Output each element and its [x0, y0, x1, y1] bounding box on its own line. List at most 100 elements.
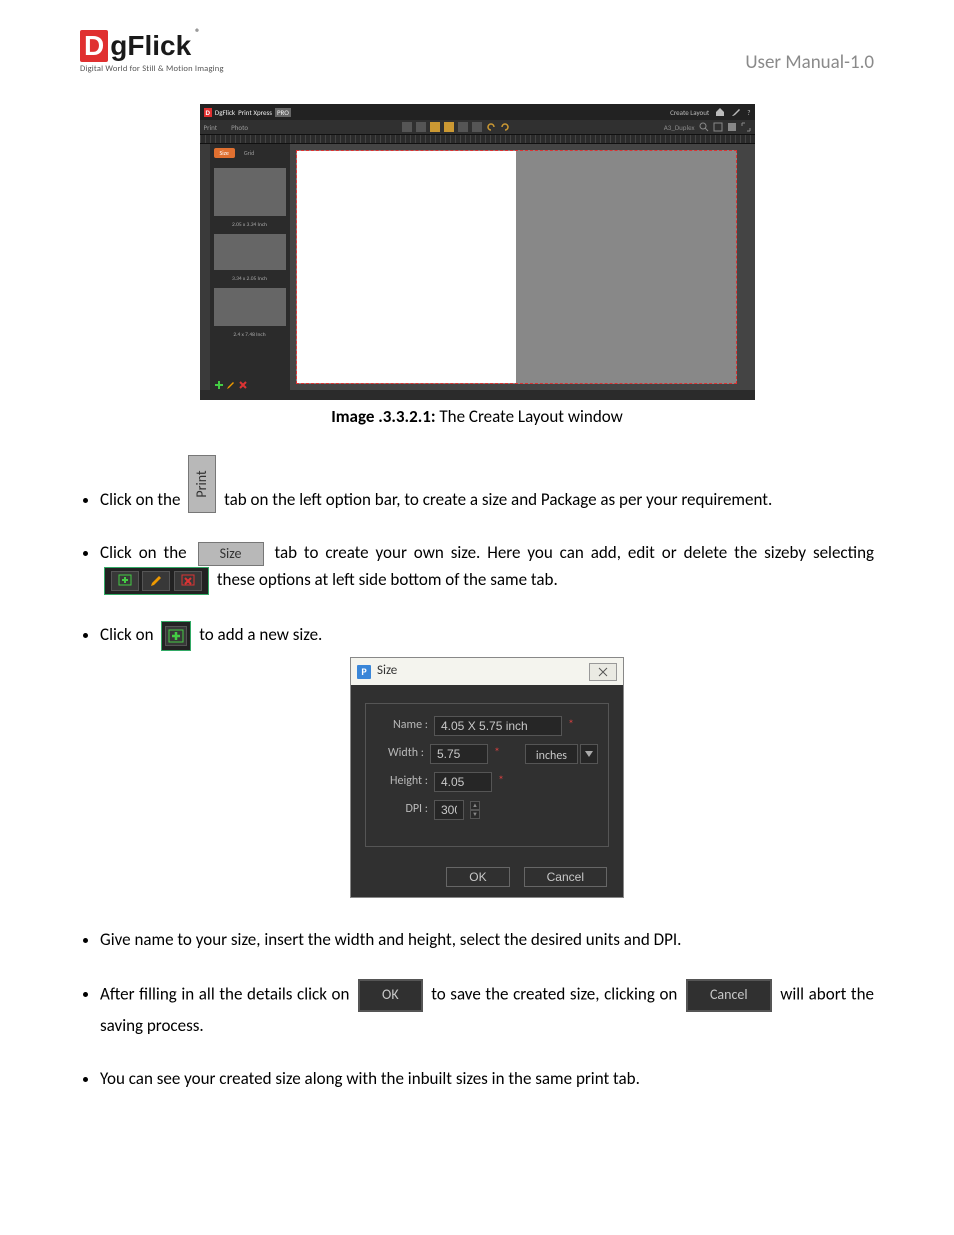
logo-d: D — [80, 30, 108, 62]
home-icon[interactable] — [715, 107, 725, 117]
required-icon: * — [568, 716, 574, 735]
page-right — [516, 151, 736, 383]
zoom-icon[interactable] — [699, 122, 709, 132]
tool-icon-3[interactable] — [430, 122, 440, 132]
fit-icon[interactable] — [727, 122, 737, 132]
dialog-title-text: Size — [377, 661, 397, 682]
ruler-horizontal — [200, 134, 755, 144]
cancel-button-inline: Cancel — [686, 979, 772, 1011]
expand-icon[interactable] — [741, 122, 751, 132]
app-toolbar: Print Photo A3_Duplex — [200, 120, 755, 134]
edit-icon-inline — [142, 571, 170, 591]
step-3-text-a: Click on — [100, 624, 154, 645]
logo-block: D g Flick ® Digital World for Still & Mo… — [80, 30, 224, 74]
grid-icon[interactable] — [713, 122, 723, 132]
side-rail — [200, 144, 210, 390]
tagline: Digital World for Still & Motion Imaging — [80, 64, 224, 74]
step-4: Give name to your size, insert the width… — [100, 926, 874, 953]
dpi-label: DPI : — [376, 800, 428, 819]
tool-icon-1[interactable] — [402, 122, 412, 132]
tool-icon-2[interactable] — [416, 122, 426, 132]
step-5-text-b: to save the created size, clicking on — [431, 983, 677, 1004]
caption-rest: The Create Layout window — [436, 406, 623, 427]
size-thumb-1[interactable] — [214, 168, 286, 216]
dialog-cancel-button[interactable]: Cancel — [524, 867, 607, 887]
side-tab-grid[interactable]: Grid — [238, 148, 260, 158]
step-2-text-b: tab to create your own size. Here you ca… — [274, 542, 874, 563]
create-layout-label: Create Layout — [670, 108, 709, 117]
step-2: Click on the Size tab to create your own… — [100, 539, 874, 595]
print-tab-icon: Print — [188, 455, 216, 513]
step-5-text-a: After filling in all the details click o… — [100, 983, 349, 1004]
delete-icon-inline — [174, 571, 202, 591]
side-tab-size[interactable]: Size — [214, 148, 235, 158]
size-thumb-3[interactable] — [214, 288, 286, 326]
add-edit-delete-icons — [104, 567, 209, 595]
size-thumb-1-label: 2.05 x 3.34 Inch — [214, 222, 286, 228]
step-3: Click on to add a new size. P Size — [100, 621, 874, 898]
edit-size-icon[interactable] — [226, 380, 234, 388]
add-size-icon[interactable] — [214, 380, 222, 388]
size-tab-icon: Size — [198, 542, 264, 566]
app-screenshot: D DgFlick Print Xpress PRO Create Layout… — [200, 104, 755, 400]
tool-icon-5[interactable] — [458, 122, 468, 132]
app-titlebar: D DgFlick Print Xpress PRO Create Layout… — [200, 104, 755, 120]
width-input[interactable] — [430, 744, 488, 764]
tool-icon-4[interactable] — [444, 122, 454, 132]
side-panel: Size Grid 2.05 x 3.34 Inch 3.34 x 2.05 I… — [210, 144, 290, 390]
dpi-spin-down[interactable]: ▼ — [470, 810, 480, 819]
logo-g: g — [110, 30, 127, 62]
dpi-input[interactable] — [434, 800, 464, 820]
canvas-area — [290, 144, 755, 390]
dialog-ok-button[interactable]: OK — [446, 867, 509, 887]
name-input[interactable] — [434, 716, 562, 736]
help-icon[interactable]: ? — [747, 108, 750, 117]
undo-icon[interactable] — [486, 122, 496, 132]
ok-button-inline: OK — [358, 979, 423, 1011]
delete-size-icon[interactable] — [238, 380, 246, 388]
size-tab-label: Size — [220, 543, 242, 565]
dialog-titlebar: P Size — [351, 658, 623, 685]
dpi-spin-up[interactable]: ▲ — [470, 801, 480, 810]
add-icon — [111, 571, 139, 591]
size-dialog: P Size Name : * W — [350, 657, 624, 898]
unit-dropdown-arrow[interactable] — [580, 744, 598, 764]
page-canvas[interactable] — [296, 150, 737, 384]
registered-icon: ® — [195, 26, 200, 39]
print-tab-label: Print — [191, 470, 213, 497]
step-2-text-a: Click on the — [100, 542, 187, 563]
logo: D g Flick ® — [80, 30, 198, 62]
required-icon: * — [498, 772, 504, 791]
width-label: Width : — [376, 744, 424, 763]
dialog-close-button[interactable] — [589, 663, 617, 681]
step-1-text-b: tab on the left option bar, to create a … — [224, 489, 772, 510]
app-badge: PRO — [275, 108, 291, 117]
dialog-app-icon: P — [357, 665, 371, 679]
tool-icon-6[interactable] — [472, 122, 482, 132]
step-5: After filling in all the details click o… — [100, 979, 874, 1039]
name-label: Name : — [376, 716, 428, 735]
figure-caption: Image .3.3.2.1: The Create Layout window — [80, 406, 874, 427]
logo-flick: Flick — [127, 30, 191, 62]
step-6: You can see your created size along with… — [100, 1065, 874, 1092]
toolbar-print-label: Print — [204, 123, 218, 132]
step-3-text-b: to add a new size. — [199, 624, 322, 645]
size-thumb-2-label: 3.34 x 2.05 Inch — [214, 276, 286, 282]
toolbar-photo-label: Photo — [231, 123, 248, 132]
size-thumb-3-label: 2.4 x 7.48 Inch — [214, 332, 286, 338]
app-brand: DgFlick — [215, 108, 235, 117]
sub-label: A3_Duplex — [664, 123, 695, 132]
edit-icon[interactable] — [731, 107, 741, 117]
header-version: User Manual-1.0 — [745, 51, 874, 74]
step-1-text-a: Click on the — [100, 489, 180, 510]
height-input[interactable] — [434, 772, 492, 792]
step-2-text-c: these options at left side bottom of the… — [217, 569, 558, 590]
page-left — [297, 151, 517, 383]
size-thumb-2[interactable] — [214, 234, 286, 270]
app-logo-icon: D — [204, 108, 212, 117]
step-1: Click on the Print tab on the left optio… — [100, 455, 874, 513]
unit-select[interactable]: inches — [525, 744, 578, 764]
add-new-icon — [161, 621, 191, 651]
redo-icon[interactable] — [500, 122, 510, 132]
required-icon: * — [494, 744, 500, 763]
